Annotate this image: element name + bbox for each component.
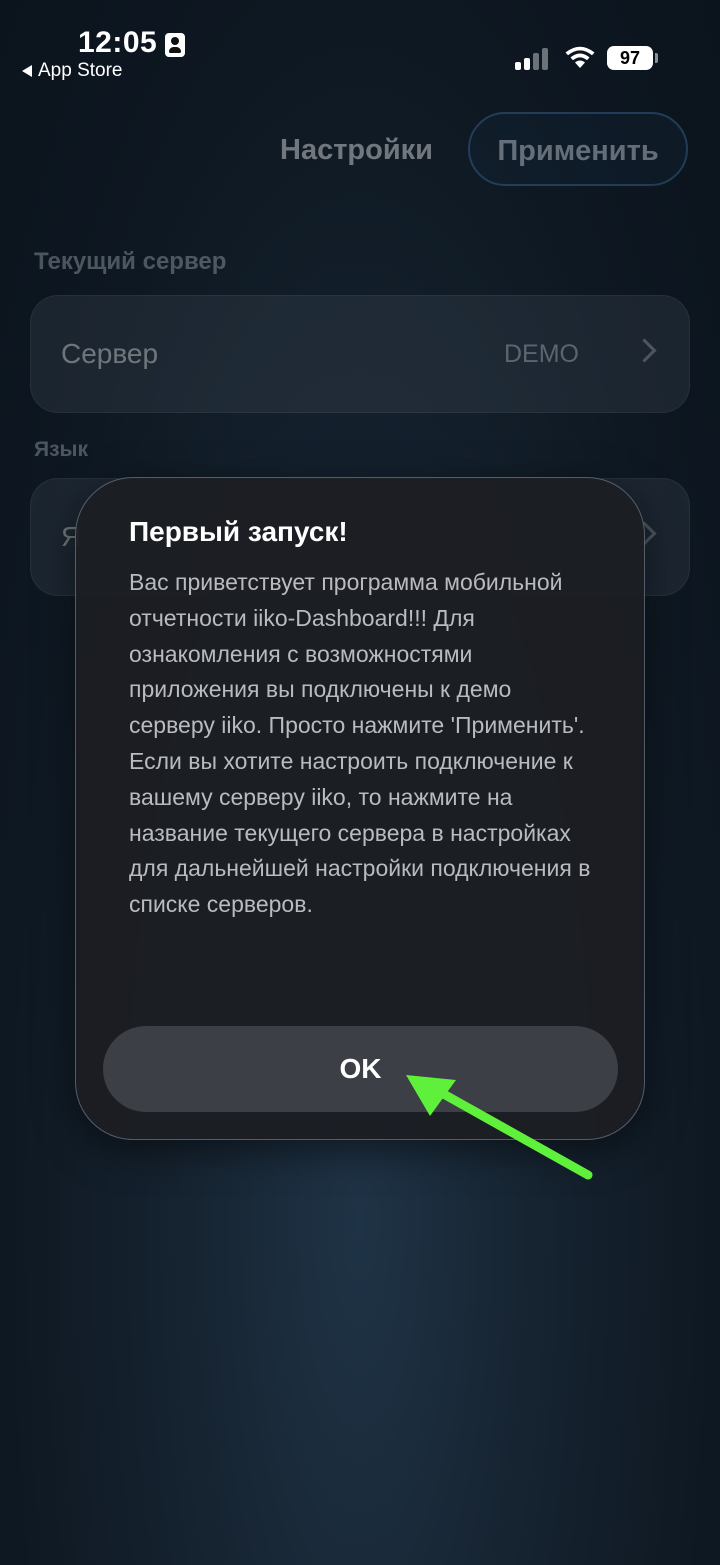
contact-card-icon — [165, 33, 185, 57]
wifi-icon — [565, 46, 595, 68]
dialog-message: Вас приветствует программа мобильной отч… — [129, 569, 591, 918]
server-row[interactable]: Сервер DEMO — [30, 295, 690, 413]
cellular-signal-icon — [515, 46, 548, 70]
dialog-title: Первый запуск! — [129, 516, 348, 547]
back-triangle-icon — [22, 65, 32, 77]
apply-button[interactable]: Применить — [468, 112, 688, 186]
back-to-app-link[interactable]: App Store — [22, 60, 123, 82]
server-row-value: DEMO — [504, 340, 579, 368]
ok-button[interactable]: OK — [103, 1026, 618, 1112]
first-launch-dialog: Первый запуск! Вас приветствует программ… — [75, 477, 645, 1140]
current-server-section-label: Текущий сервер — [34, 248, 227, 275]
status-time: 12:05 — [78, 26, 158, 59]
server-row-label: Сервер — [61, 338, 159, 369]
chevron-right-icon — [632, 338, 657, 363]
language-section-label: Язык — [34, 438, 88, 461]
page-title: Настройки — [280, 134, 434, 166]
back-app-label: App Store — [38, 60, 123, 81]
battery-indicator: 97 — [607, 46, 653, 70]
battery-tip — [655, 53, 658, 63]
